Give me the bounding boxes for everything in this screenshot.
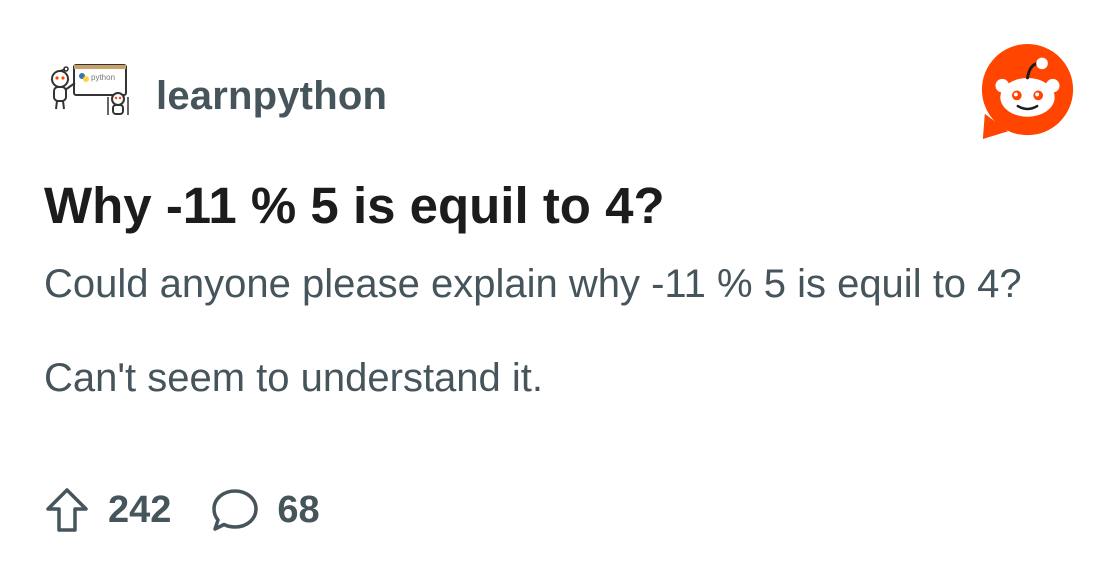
post-body-line-1: Could anyone please explain why -11 % 5 … bbox=[44, 262, 1022, 306]
comment-count: 68 bbox=[277, 488, 320, 531]
whiteboard-label: python bbox=[91, 73, 115, 82]
upvote-button[interactable]: 242 bbox=[44, 487, 171, 533]
subreddit-header: python learnpython bbox=[44, 56, 387, 136]
upvote-count: 242 bbox=[108, 488, 172, 531]
post-stats: 242 68 bbox=[44, 486, 320, 534]
post-body-line-2: Can't seem to understand it. bbox=[44, 356, 544, 400]
post-title[interactable]: Why -11 % 5 is equil to 4? bbox=[44, 176, 665, 235]
reddit-logo-icon[interactable] bbox=[979, 44, 1076, 141]
learnpython-subreddit-icon[interactable]: python bbox=[44, 59, 132, 119]
comment-bubble-icon bbox=[212, 489, 259, 531]
comments-button[interactable]: 68 bbox=[211, 487, 320, 533]
upvote-arrow-icon bbox=[46, 488, 88, 532]
subreddit-name[interactable]: learnpython bbox=[156, 74, 387, 119]
